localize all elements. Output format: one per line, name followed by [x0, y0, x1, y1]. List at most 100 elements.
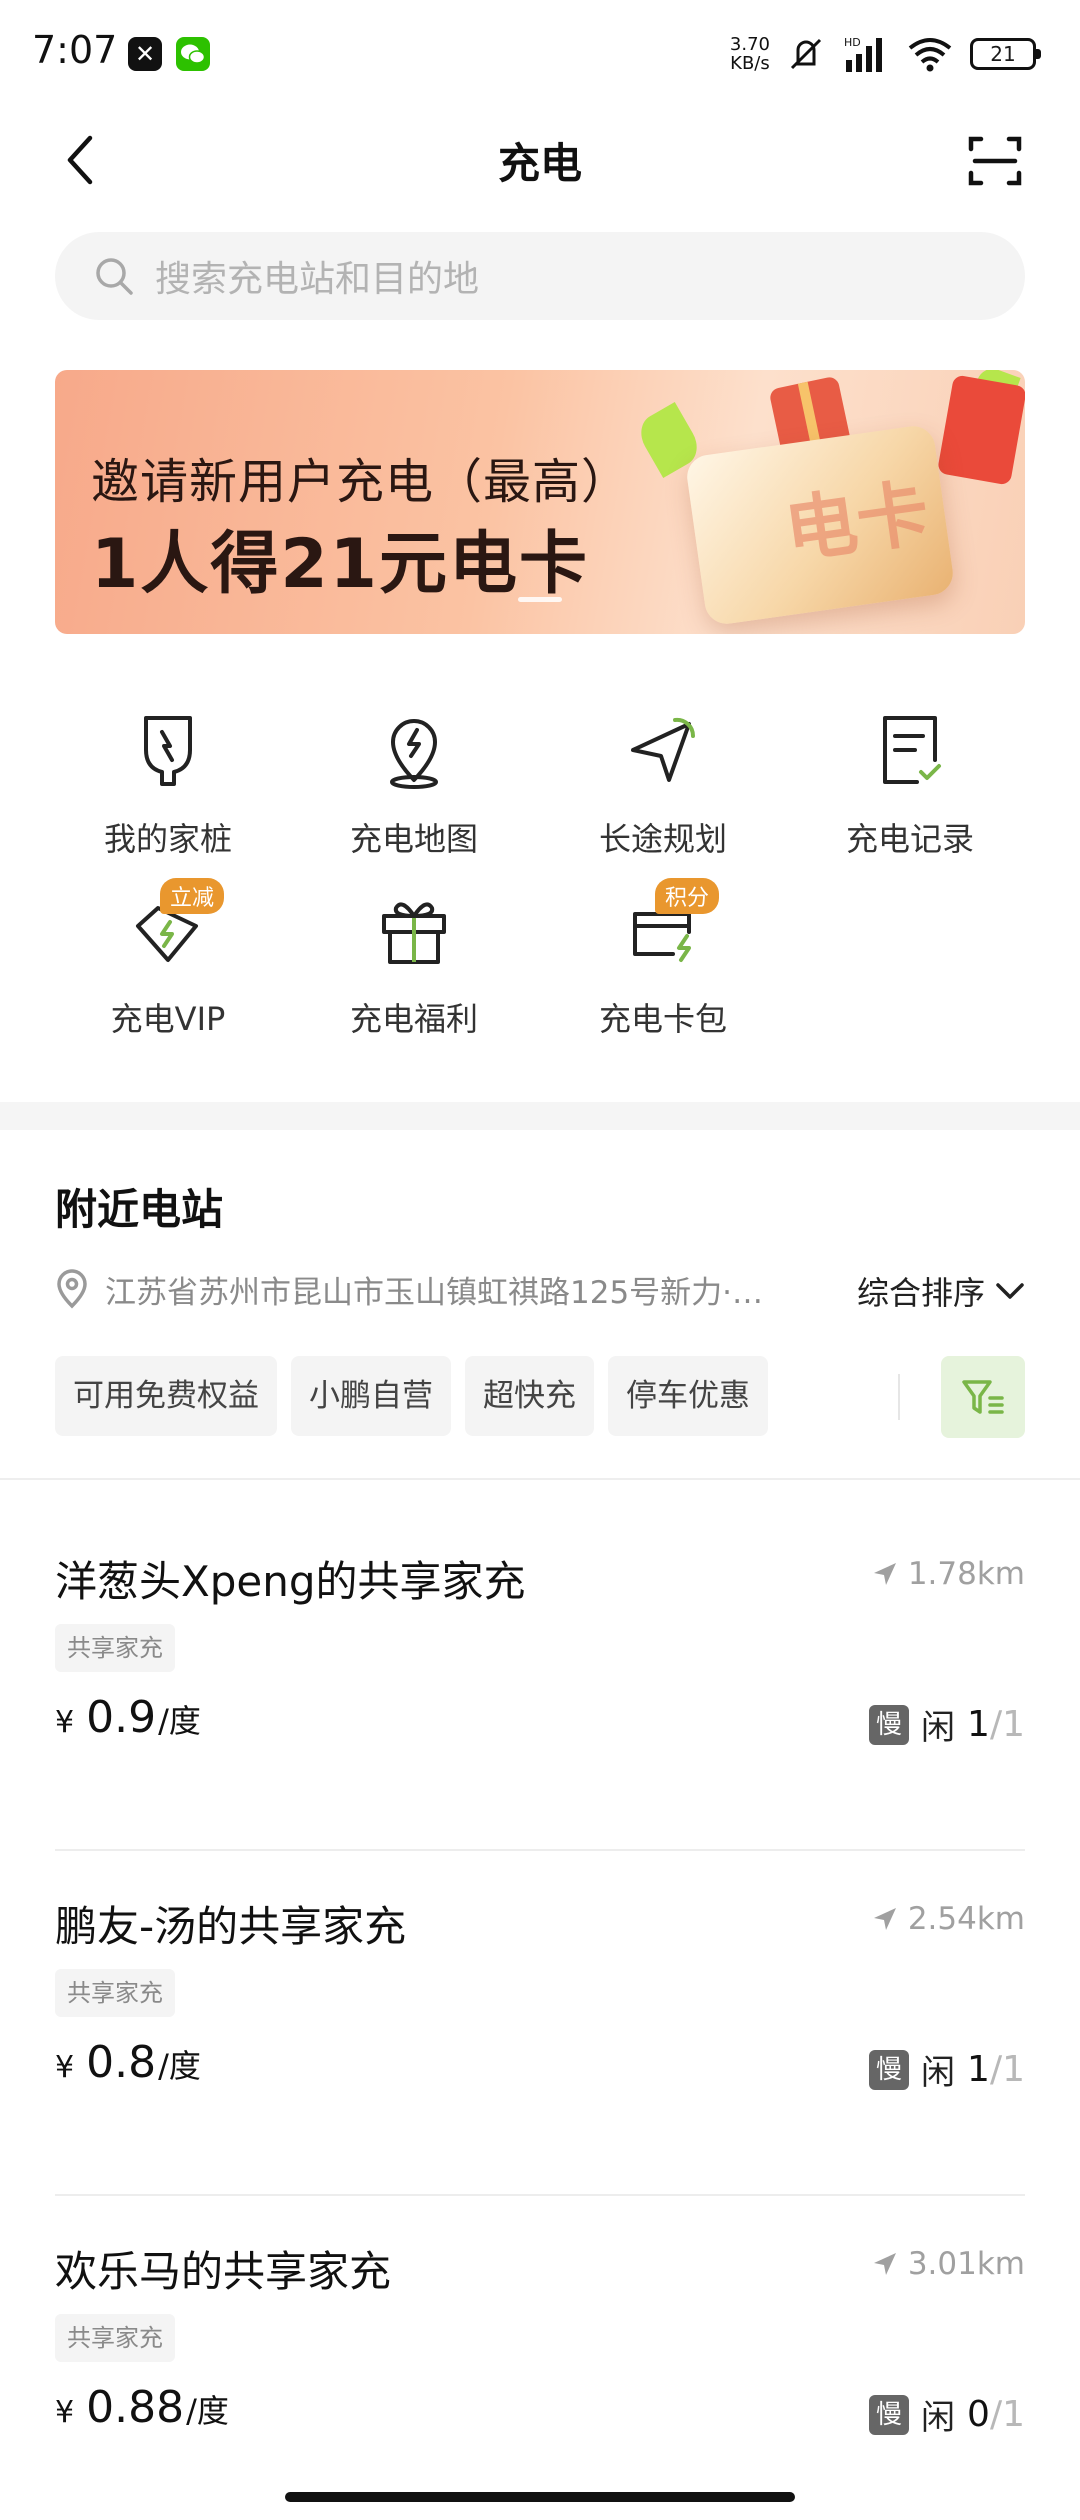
- quick-action-charging-map[interactable]: 充电地图: [304, 700, 524, 870]
- station-card[interactable]: 洋葱头Xpeng的共享家充 1.78km 共享家充 ¥ 0.9 /度 慢 闲 1…: [55, 1548, 1025, 1851]
- mute-icon: [790, 38, 822, 70]
- station-name: 欢乐马的共享家充: [55, 2247, 392, 2296]
- quick-action-charging-record[interactable]: 充电记录: [800, 700, 1020, 870]
- svg-text:HD: HD: [844, 36, 861, 49]
- status-time: 7:07: [32, 28, 118, 72]
- points-badge: 积分: [654, 878, 719, 914]
- filter-chip-free-benefits[interactable]: 可用免费权益: [55, 1356, 277, 1436]
- station-divider: [55, 2194, 1025, 2196]
- available-count: 1: [967, 1704, 990, 1745]
- total-count: /1: [989, 2394, 1025, 2435]
- station-availability: 慢 闲 1 /1: [869, 1700, 1025, 1749]
- filter-button[interactable]: [941, 1356, 1025, 1438]
- net-speed-value: 3.70: [729, 34, 770, 55]
- idle-label: 闲: [921, 2398, 956, 2438]
- price-value: 0.8: [86, 2037, 157, 2088]
- search-input[interactable]: 搜索充电站和目的地: [55, 232, 1025, 320]
- filter-chip-ultra-fast[interactable]: 超快充: [465, 1356, 594, 1436]
- charging-record-icon: [860, 700, 960, 800]
- station-distance: 2.54km: [872, 1901, 1025, 1937]
- wifi-icon: [908, 38, 952, 72]
- price-value: 0.9: [86, 1692, 157, 1743]
- price-currency: ¥: [55, 2050, 75, 2085]
- slow-charge-badge: 慢: [869, 2394, 910, 2435]
- quick-action-label: 充电地图: [349, 820, 478, 858]
- available-count: 0: [967, 2394, 990, 2435]
- station-price: ¥ 0.88 /度: [55, 2382, 229, 2433]
- quick-action-home-charger[interactable]: 我的家桩: [58, 700, 278, 870]
- banner-headline: 邀请新用户充电（最高）: [91, 454, 631, 510]
- station-type-tag: 共享家充: [55, 2314, 175, 2362]
- search-placeholder: 搜索充电站和目的地: [155, 259, 480, 300]
- signal-icon: HD: [844, 36, 882, 72]
- route-planning-icon: [613, 700, 713, 800]
- navigation-arrow-icon: [873, 2253, 896, 2275]
- quick-action-route-planning[interactable]: 长途规划: [553, 700, 773, 870]
- station-distance: 3.01km: [872, 2246, 1025, 2282]
- back-arrow-icon: [67, 135, 93, 185]
- chips-separator: [898, 1374, 900, 1420]
- carousel-dot: [518, 597, 562, 602]
- carousel-indicator: [55, 597, 1025, 602]
- price-currency: ¥: [55, 2395, 75, 2430]
- location-row[interactable]: 江苏省苏州市昆山市玉山镇虹祺路125号新力·… 综合排序: [55, 1264, 1025, 1314]
- filter-chip-xpeng-operated[interactable]: 小鹏自营: [291, 1356, 451, 1436]
- nearby-section-title: 附近电站: [55, 1185, 224, 1234]
- price-currency: ¥: [55, 1705, 75, 1740]
- filter-chips: 可用免费权益 小鹏自营 超快充 停车优惠: [55, 1356, 768, 1436]
- status-bar: 7:07 ✕ 3.70 KB/s HD 21: [0, 0, 1080, 110]
- scan-icon: [968, 136, 1022, 186]
- station-availability: 慢 闲 1 /1: [869, 2045, 1025, 2094]
- idle-label: 闲: [921, 2053, 956, 2093]
- distance-value: 2.54km: [907, 1901, 1025, 1937]
- station-card[interactable]: 欢乐马的共享家充 3.01km 共享家充 ¥ 0.88 /度 慢 闲 0 /1: [55, 2238, 1025, 2520]
- quick-action-label: 充电VIP: [110, 1000, 226, 1038]
- navigation-arrow-icon: [873, 1563, 896, 1585]
- section-divider: [0, 1102, 1080, 1130]
- quick-action-label: 充电卡包: [598, 1000, 727, 1038]
- discount-badge: 立减: [159, 878, 224, 914]
- x-app-icon: ✕: [128, 37, 162, 71]
- station-type-tag: 共享家充: [55, 1624, 175, 1672]
- filter-chip-parking-discount[interactable]: 停车优惠: [608, 1356, 768, 1436]
- price-unit: /度: [158, 1702, 201, 1740]
- quick-action-vip[interactable]: 立减 充电VIP: [58, 878, 278, 1050]
- header: 充电: [0, 110, 1080, 210]
- quick-action-label: 长途规划: [598, 820, 727, 858]
- quick-action-label: 充电福利: [349, 1000, 478, 1038]
- vip-icon: 立减: [118, 878, 224, 980]
- sort-dropdown[interactable]: 综合排序: [857, 1268, 1025, 1314]
- quick-action-card-wallet[interactable]: 积分 充电卡包: [553, 878, 773, 1050]
- charge-card-text: 电卡: [779, 470, 935, 574]
- location-pin-icon: [57, 1269, 87, 1309]
- coupon-illustration: [936, 374, 1025, 486]
- net-speed-unit: KB/s: [730, 53, 770, 74]
- station-name: 洋葱头Xpeng的共享家充: [55, 1557, 526, 1606]
- scan-button[interactable]: [958, 124, 1032, 198]
- quick-action-benefits[interactable]: 充电福利: [304, 880, 524, 1050]
- search-icon: [96, 258, 133, 295]
- available-count: 1: [967, 2049, 990, 2090]
- back-button[interactable]: [50, 128, 114, 192]
- slow-charge-badge: 慢: [869, 1704, 910, 1745]
- net-speed: 3.70 KB/s: [730, 35, 770, 73]
- promo-banner[interactable]: 邀请新用户充电（最高） 1人得21元电卡 电卡: [55, 370, 1025, 634]
- list-divider: [0, 1478, 1080, 1480]
- sort-label: 综合排序: [856, 1274, 985, 1312]
- card-wallet-icon: 积分: [613, 878, 719, 980]
- station-name: 鹏友-汤的共享家充: [55, 1902, 407, 1951]
- wechat-app-icon: [176, 37, 210, 71]
- current-address: 江苏省苏州市昆山市玉山镇虹祺路125号新力·…: [105, 1274, 764, 1311]
- charging-map-icon: [364, 700, 464, 800]
- station-card[interactable]: 鹏友-汤的共享家充 2.54km 共享家充 ¥ 0.8 /度 慢 闲 1 /1: [55, 1893, 1025, 2196]
- station-distance: 1.78km: [872, 1556, 1025, 1592]
- quick-action-label: 充电记录: [845, 820, 974, 858]
- station-price: ¥ 0.8 /度: [55, 2037, 201, 2088]
- station-divider: [55, 1849, 1025, 1851]
- home-charger-icon: [118, 700, 218, 800]
- price-value: 0.88: [86, 2382, 185, 2433]
- gift-icon: [364, 880, 464, 980]
- navigation-arrow-icon: [873, 1908, 896, 1930]
- station-type-tag: 共享家充: [55, 1969, 175, 2017]
- home-indicator[interactable]: [285, 2492, 795, 2502]
